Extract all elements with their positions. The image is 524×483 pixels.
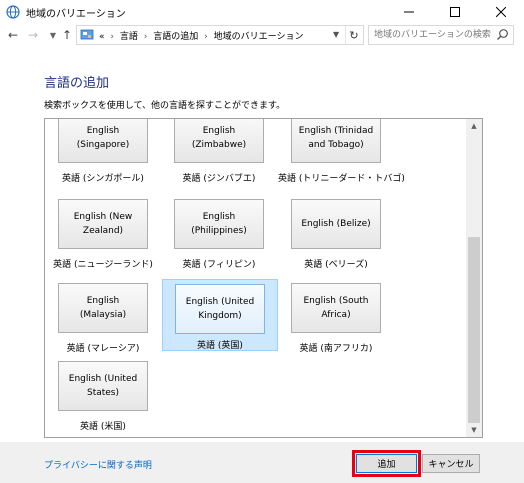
language-tile-en-my[interactable]: English (Malaysia) 英語 (マレーシア) — [45, 279, 161, 357]
close-icon — [496, 7, 506, 17]
cancel-button[interactable]: キャンセル — [422, 454, 480, 473]
language-tile-name: English (South Africa) — [291, 283, 381, 333]
back-button[interactable]: ← — [4, 24, 22, 46]
vertical-scrollbar[interactable]: ▲ ▼ — [466, 119, 482, 437]
breadcrumb-item-regional-variants[interactable]: 地域のバリエーション — [214, 32, 304, 42]
language-tile-label: 英語 (英国) — [197, 341, 243, 351]
maximize-icon — [450, 7, 460, 17]
language-tile-label: 英語 (ベリーズ) — [304, 260, 368, 270]
language-tile-label: 英語 (ニュージーランド) — [53, 260, 153, 270]
breadcrumb-overflow[interactable]: « — [99, 32, 105, 42]
arrow-right-icon: → — [27, 28, 39, 42]
language-tile-name: English (Trinidad and Tobago) — [291, 119, 381, 163]
chevron-down-icon: ▼ — [49, 30, 57, 40]
language-tile-en-bz[interactable]: English (Belize) 英語 (ベリーズ) — [278, 195, 394, 273]
chevron-down-icon: ▼ — [471, 426, 477, 434]
control-panel-icon — [80, 29, 94, 40]
language-tile-name: English (United States) — [58, 361, 148, 411]
instruction-text: 検索ボックスを使用して、他の言語を探すことができます。 — [44, 101, 286, 111]
search-box — [368, 25, 514, 45]
language-tile-en-ph[interactable]: English (Philippines) 英語 (フィリピン) — [161, 195, 277, 273]
scroll-down-button[interactable]: ▼ — [466, 423, 482, 437]
language-tile-en-nz[interactable]: English (New Zealand) 英語 (ニュージーランド) — [45, 195, 161, 273]
language-tile-label: 英語 (シンガポール) — [62, 174, 144, 184]
language-tile-name: English (Belize) — [291, 199, 381, 249]
privacy-statement-link[interactable]: プライバシーに関する声明 — [44, 458, 152, 471]
address-field[interactable]: « › 言語 › 言語の追加 › 地域のバリエーション ▼ ↻ — [76, 25, 364, 45]
breadcrumb: « › 言語 › 言語の追加 › 地域のバリエーション — [99, 29, 303, 42]
page-title: 言語の追加 — [44, 76, 110, 91]
window-title: 地域のバリエーション — [26, 9, 126, 20]
close-button[interactable] — [478, 0, 524, 24]
language-tile-name: English (Malaysia) — [58, 283, 148, 333]
address-dropdown-icon[interactable]: ▼ — [333, 30, 339, 39]
forward-button[interactable]: → — [24, 24, 42, 46]
language-list: English (Singapore) 英語 (シンガポール) English … — [44, 118, 483, 438]
language-tile-en-zw[interactable]: English (Zimbabwe) 英語 (ジンバブエ) — [161, 119, 277, 187]
arrow-up-icon: ↑ — [61, 28, 73, 42]
language-tile-label: 英語 (南アフリカ) — [299, 344, 373, 354]
minimize-button[interactable] — [386, 0, 432, 24]
address-toolbar: ← → ▼ ↑ « › 言語 › 言語の追加 › 地域のバリエーション ▼ ↻ — [0, 24, 524, 46]
language-tile-label: 英語 (マレーシア) — [66, 344, 140, 354]
language-tile-en-tt[interactable]: English (Trinidad and Tobago) 英語 (トリニーダー… — [278, 119, 405, 187]
language-tile-en-sg[interactable]: English (Singapore) 英語 (シンガポール) — [45, 119, 161, 187]
breadcrumb-separator: › — [110, 32, 114, 42]
dialog-footer: プライバシーに関する声明 追加 キャンセル — [0, 442, 524, 483]
scroll-up-button[interactable]: ▲ — [466, 119, 482, 133]
language-tile-name: English (United Kingdom) — [175, 284, 265, 334]
up-button[interactable]: ↑ — [58, 24, 76, 46]
breadcrumb-item-add-language[interactable]: 言語の追加 — [153, 32, 198, 42]
language-tile-name: English (Zimbabwe) — [174, 119, 264, 163]
breadcrumb-separator: › — [204, 32, 208, 42]
breadcrumb-item-language[interactable]: 言語 — [120, 32, 138, 42]
language-tile-en-us[interactable]: English (United States) 英語 (米国) — [45, 357, 161, 435]
language-tile-en-za[interactable]: English (South Africa) 英語 (南アフリカ) — [278, 279, 394, 357]
refresh-icon: ↻ — [349, 28, 359, 42]
title-bar: 地域のバリエーション — [0, 0, 524, 24]
search-input[interactable] — [369, 26, 492, 44]
language-tile-name: English (Singapore) — [58, 119, 148, 163]
language-tile-label: 英語 (米国) — [80, 422, 126, 432]
breadcrumb-separator: › — [143, 32, 148, 42]
chevron-up-icon: ▲ — [471, 122, 477, 130]
search-icon[interactable] — [496, 28, 509, 41]
language-tile-label: 英語 (トリニーダード・トバゴ) — [278, 174, 405, 184]
add-button[interactable]: 追加 — [356, 454, 417, 473]
minimize-icon — [404, 11, 414, 13]
arrow-left-icon: ← — [7, 28, 19, 42]
maximize-button[interactable] — [432, 0, 478, 24]
language-tile-label: 英語 (ジンバブエ) — [182, 174, 256, 184]
language-tile-name: English (Philippines) — [174, 199, 264, 249]
language-tile-en-gb[interactable]: English (United Kingdom) 英語 (英国) — [162, 279, 278, 351]
refresh-button[interactable]: ↻ — [345, 26, 362, 44]
globe-language-icon — [6, 5, 20, 19]
scroll-thumb[interactable] — [468, 237, 480, 423]
language-tile-name: English (New Zealand) — [58, 199, 148, 249]
language-tile-label: 英語 (フィリピン) — [182, 260, 256, 270]
